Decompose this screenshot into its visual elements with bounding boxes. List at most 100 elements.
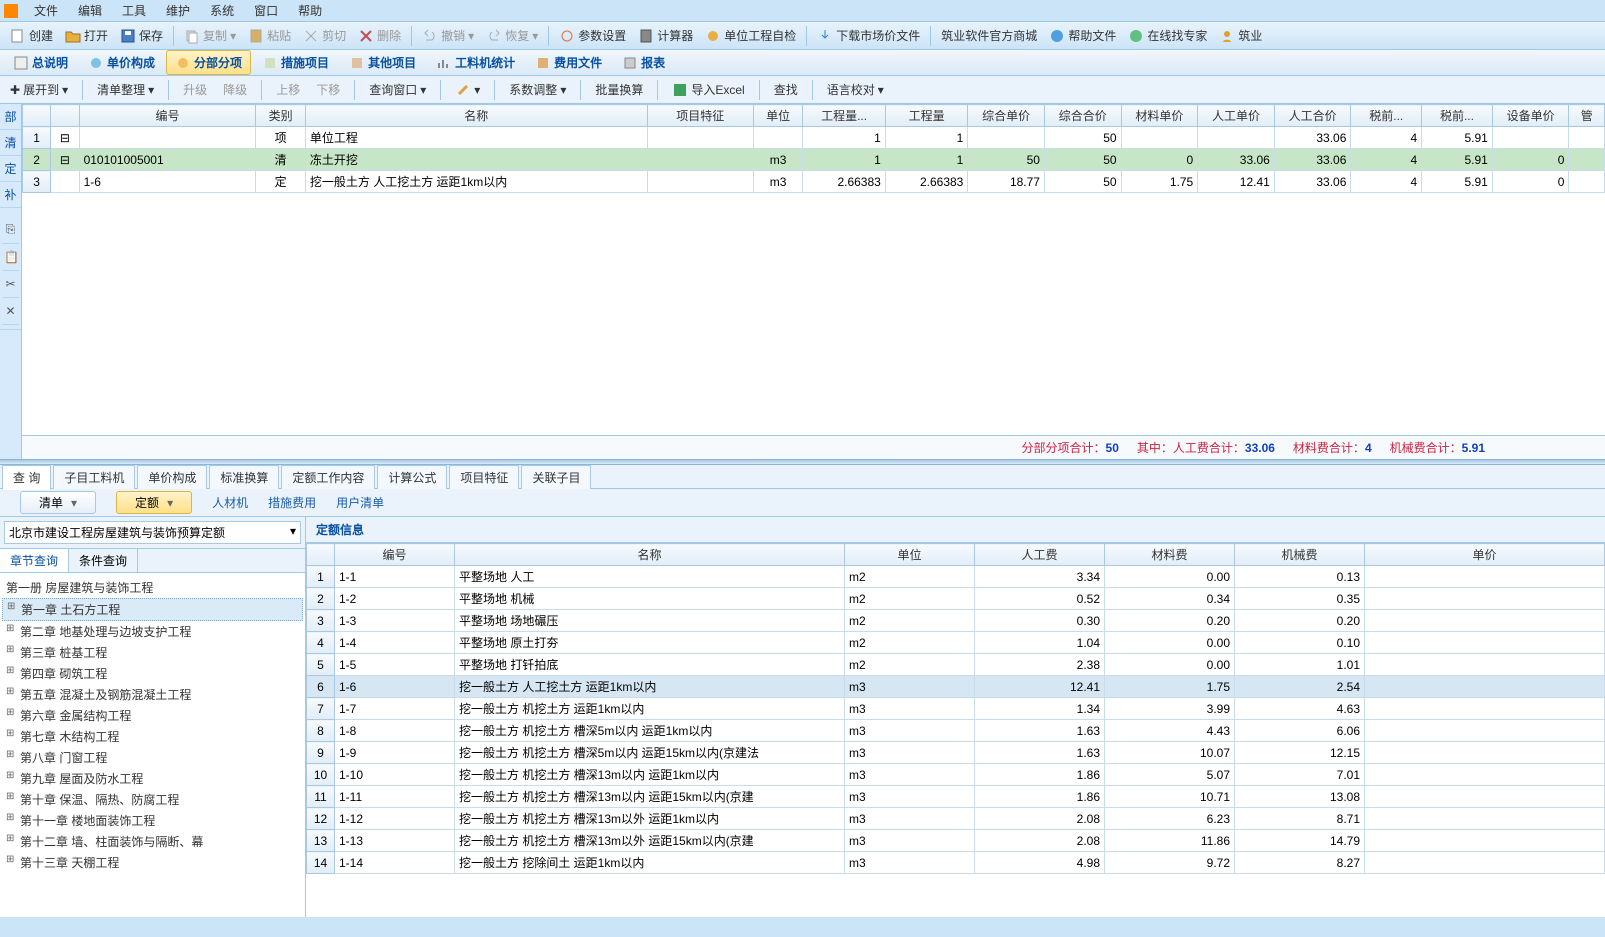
tree-item[interactable]: 第三章 桩基工程 (2, 642, 303, 663)
table-row[interactable]: 11-1平整场地 人工m23.340.000.13 (307, 566, 1605, 588)
level-down-button[interactable]: 降级 (217, 79, 253, 100)
undo-button[interactable]: 撤销▾ (416, 25, 480, 46)
open-button[interactable]: 打开 (59, 25, 114, 46)
dinge-dropdown[interactable]: 定额 (116, 491, 192, 514)
norm-grid[interactable]: 编号名称单位人工费材料费机械费单价 11-1平整场地 人工m23.340.000… (306, 543, 1605, 917)
expand-to-button[interactable]: ✚展开到▾ (4, 79, 74, 100)
table-row[interactable]: 71-7挖一般土方 机挖土方 运距1km以内m31.343.994.63 (307, 698, 1605, 720)
tab-pricecomp[interactable]: 单价构成 (137, 465, 207, 489)
side-tab-bu[interactable]: 部 (0, 104, 21, 130)
tree-item[interactable]: 第十一章 楼地面装饰工程 (2, 810, 303, 831)
tree-item[interactable]: 第五章 混凝土及钢筋混凝土工程 (2, 684, 303, 705)
table-row[interactable]: 2⊟010101005001清冻土开挖m3115050033.0633.0645… (23, 149, 1605, 171)
download-market-button[interactable]: 下载市场价文件 (811, 25, 926, 46)
selfcheck-button[interactable]: 单位工程自检 (699, 25, 802, 46)
main-grid[interactable]: 编号类别名称项目特征单位工程量...工程量综合单价综合合价材料单价人工单价人工合… (22, 104, 1605, 435)
tab-other[interactable]: 其他项目 (340, 50, 425, 75)
tree-item[interactable]: 第一册 房屋建筑与装饰工程 (2, 577, 303, 598)
batch-button[interactable]: 批量换算 (589, 79, 649, 100)
tab-general[interactable]: 总说明 (4, 50, 77, 75)
norm-combo[interactable]: 北京市建设工程房屋建筑与装饰预算定额▾ (4, 521, 301, 544)
param-button[interactable]: 参数设置 (553, 25, 632, 46)
tab-workcontent[interactable]: 定额工作内容 (281, 465, 375, 489)
condition-query-tab[interactable]: 条件查询 (69, 549, 138, 572)
user-list-link[interactable]: 用户清单 (336, 494, 384, 511)
zy-button[interactable]: 筑业 (1213, 25, 1268, 46)
level-up-button[interactable]: 升级 (177, 79, 213, 100)
tree-item[interactable]: 第一章 土石方工程 (2, 598, 303, 621)
tab-measures[interactable]: 措施项目 (253, 50, 338, 75)
move-up-button[interactable]: 上移 (270, 79, 306, 100)
tab-price[interactable]: 单价构成 (79, 50, 164, 75)
table-row[interactable]: 21-2平整场地 机械m20.520.340.35 (307, 588, 1605, 610)
tree-item[interactable]: 第七章 木结构工程 (2, 726, 303, 747)
table-row[interactable]: 121-12挖一般土方 机挖土方 槽深13m以外 运距1km以内m32.086.… (307, 808, 1605, 830)
side-tab-ding[interactable]: 定 (0, 156, 21, 182)
measure-fee-link[interactable]: 措施费用 (268, 494, 316, 511)
paste-button[interactable]: 粘贴 (242, 25, 297, 46)
move-down-button[interactable]: 下移 (310, 79, 346, 100)
tab-query[interactable]: 查 询 (2, 465, 51, 490)
chapter-tree[interactable]: 第一册 房屋建筑与装饰工程第一章 土石方工程第二章 地基处理与边坡支护工程第三章… (0, 573, 305, 917)
menu-edit[interactable]: 编辑 (68, 2, 112, 19)
menu-help[interactable]: 帮助 (288, 2, 332, 19)
tab-subitem[interactable]: 子目工料机 (53, 465, 135, 489)
tab-report[interactable]: 报表 (613, 50, 674, 75)
copy-button[interactable]: 复制▾ (178, 25, 242, 46)
menu-system[interactable]: 系统 (200, 2, 244, 19)
tree-item[interactable]: 第二章 地基处理与边坡支护工程 (2, 621, 303, 642)
tab-fee[interactable]: 费用文件 (526, 50, 611, 75)
calc-button[interactable]: 计算器 (632, 25, 699, 46)
qingdan-dropdown[interactable]: 清单 (20, 491, 96, 514)
table-row[interactable]: 31-6定挖一般土方 人工挖土方 运距1km以内m32.663832.66383… (23, 171, 1605, 193)
import-excel-button[interactable]: 导入Excel (666, 79, 750, 100)
tree-item[interactable]: 第十三章 天棚工程 (2, 852, 303, 873)
save-button[interactable]: 保存 (114, 25, 169, 46)
tab-feature[interactable]: 项目特征 (449, 465, 519, 489)
helpfile-button[interactable]: 帮助文件 (1043, 25, 1122, 46)
coef-button[interactable]: 系数调整▾ (503, 79, 572, 100)
table-row[interactable]: 81-8挖一般土方 机挖土方 槽深5m以内 运距1km以内m31.634.436… (307, 720, 1605, 742)
tree-item[interactable]: 第六章 金属结构工程 (2, 705, 303, 726)
table-row[interactable]: 51-5平整场地 打钎拍底m22.380.001.01 (307, 654, 1605, 676)
expert-button[interactable]: 在线找专家 (1122, 25, 1213, 46)
chapter-query-tab[interactable]: 章节查询 (0, 549, 69, 572)
side-tab-bu2[interactable]: 补 (0, 182, 21, 208)
cut-button[interactable]: 剪切 (297, 25, 352, 46)
list-org-button[interactable]: 清单整理▾ (91, 79, 160, 100)
tab-stdconv[interactable]: 标准换算 (209, 465, 279, 489)
table-row[interactable]: 41-4平整场地 原土打夯m21.040.000.10 (307, 632, 1605, 654)
menu-tools[interactable]: 工具 (112, 2, 156, 19)
query-window-button[interactable]: 查询窗口▾ (363, 79, 432, 100)
table-row[interactable]: 101-10挖一般土方 机挖土方 槽深13m以内 运距1km以内m31.865.… (307, 764, 1605, 786)
paste-icon[interactable]: 📋 (2, 244, 19, 271)
table-row[interactable]: 61-6挖一般土方 人工挖土方 运距1km以内m312.411.752.54 (307, 676, 1605, 698)
tree-item[interactable]: 第十章 保温、隔热、防腐工程 (2, 789, 303, 810)
copy-icon[interactable]: ⎘ (2, 216, 19, 244)
tree-item[interactable]: 第十二章 墙、柱面装饰与隔断、幕 (2, 831, 303, 852)
table-row[interactable]: 131-13挖一般土方 机挖土方 槽深13m以外 运距15km以内(京建m32.… (307, 830, 1605, 852)
side-tab-qing[interactable]: 清 (0, 130, 21, 156)
tab-divisions[interactable]: 分部分项 (166, 50, 251, 75)
table-row[interactable]: 141-14挖一般土方 挖除间土 运距1km以内m34.989.728.27 (307, 852, 1605, 874)
tab-stats[interactable]: 工料机统计 (427, 50, 524, 75)
tree-item[interactable]: 第八章 门窗工程 (2, 747, 303, 768)
tab-formula[interactable]: 计算公式 (377, 465, 447, 489)
brush-button[interactable]: ▾ (449, 80, 486, 100)
table-row[interactable]: 111-11挖一般土方 机挖土方 槽深13m以内 运距15km以内(京建m31.… (307, 786, 1605, 808)
table-row[interactable]: 91-9挖一般土方 机挖土方 槽深5m以内 运距15km以内(京建法m31.63… (307, 742, 1605, 764)
menu-maint[interactable]: 维护 (156, 2, 200, 19)
rcj-link[interactable]: 人材机 (212, 494, 248, 511)
table-row[interactable]: 1⊟项单位工程115033.0645.91 (23, 127, 1605, 149)
tree-item[interactable]: 第四章 砌筑工程 (2, 663, 303, 684)
redo-button[interactable]: 恢复▾ (480, 25, 544, 46)
delete-icon[interactable]: ✕ (2, 298, 19, 325)
voice-check-button[interactable]: 语言校对▾ (821, 79, 890, 100)
tab-related[interactable]: 关联子目 (521, 465, 591, 489)
cut-icon[interactable]: ✂ (2, 271, 19, 298)
menu-file[interactable]: 文件 (24, 2, 68, 19)
mall-link[interactable]: 筑业软件官方商城 (935, 25, 1043, 46)
table-row[interactable]: 31-3平整场地 场地碾压m20.300.200.20 (307, 610, 1605, 632)
delete-button[interactable]: 删除 (352, 25, 407, 46)
new-button[interactable]: 创建 (4, 25, 59, 46)
